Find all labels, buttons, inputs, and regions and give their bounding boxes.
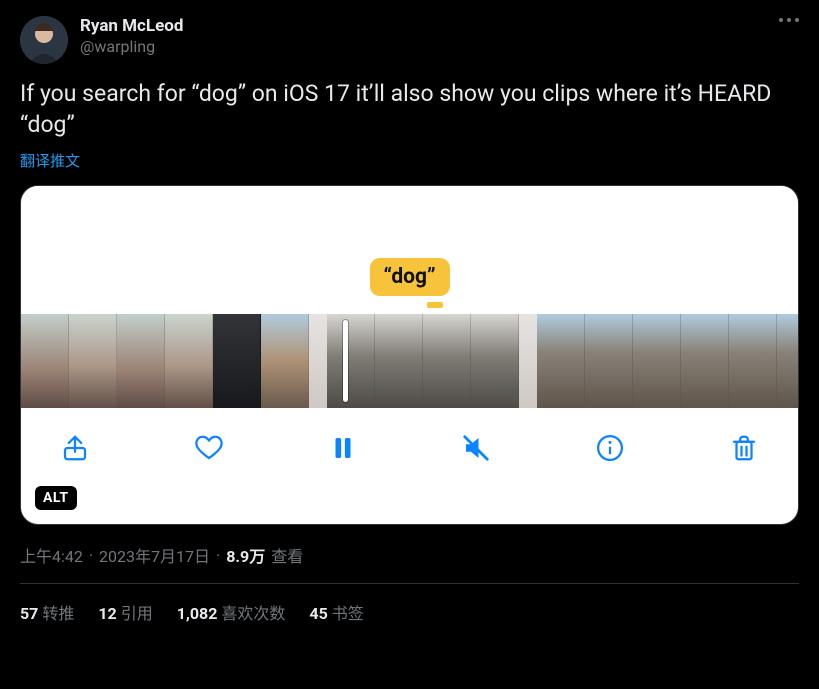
bookmarks-stat[interactable]: 45 书签: [309, 600, 363, 624]
quotes-count: 12: [98, 604, 116, 623]
thumbnail: [537, 314, 585, 408]
author-block[interactable]: Ryan McLeod @warpling: [80, 16, 183, 57]
thumbnail: [777, 314, 799, 408]
thumbnail: [423, 314, 471, 408]
display-name: Ryan McLeod: [80, 16, 183, 37]
retweets-stat[interactable]: 57转推: [20, 600, 74, 624]
mute-icon[interactable]: [456, 428, 496, 468]
thumbnail: [213, 314, 261, 408]
tweet-header: Ryan McLeod @warpling: [20, 16, 799, 64]
thumbnail: [69, 314, 117, 408]
clip-group-center: [327, 314, 519, 408]
thumbnail: [375, 314, 423, 408]
likes-count: 1,082: [177, 604, 218, 623]
thumbnail: [729, 314, 777, 408]
alt-badge[interactable]: ALT: [35, 486, 77, 510]
thumbnail: [117, 314, 165, 408]
search-term-bubble: “dog”: [369, 258, 449, 308]
likes-label: 喜欢次数: [221, 604, 285, 623]
likes-stat[interactable]: 1,082喜欢次数: [177, 600, 286, 624]
bookmarks-count: 45: [309, 604, 327, 623]
thumbnail: [681, 314, 729, 408]
thumbnail: [585, 314, 633, 408]
tweet-container: Ryan McLeod @warpling If you search for …: [0, 0, 819, 632]
tweet-text: If you search for “dog” on iOS 17 it’ll …: [20, 78, 799, 140]
heart-icon[interactable]: [189, 428, 229, 468]
clip-group-right: [537, 314, 799, 408]
clip-group-left: [21, 314, 309, 408]
thumbnail: [633, 314, 681, 408]
handle: @warpling: [80, 37, 183, 57]
thumbnail: [165, 314, 213, 408]
share-icon[interactable]: [55, 428, 95, 468]
more-icon[interactable]: [779, 16, 799, 22]
quotes-stat[interactable]: 12 引用: [98, 600, 152, 624]
video-timeline: [21, 314, 798, 408]
thumbnail: [327, 314, 375, 408]
retweets-count: 57: [20, 604, 38, 623]
tweet-time[interactable]: 上午4:42: [20, 543, 83, 567]
views-count: 8.9万: [226, 543, 265, 567]
pause-icon[interactable]: [323, 428, 363, 468]
translate-link[interactable]: 翻译推文: [20, 150, 799, 171]
playhead-icon: [343, 320, 348, 402]
quotes-label: 引用: [121, 604, 153, 623]
thumbnail: [261, 314, 309, 408]
thumbnail: [21, 314, 69, 408]
retweets-label: 转推: [42, 604, 74, 623]
bookmarks-label: 书签: [332, 604, 364, 623]
thumbnail: [471, 314, 519, 408]
avatar[interactable]: [20, 16, 68, 64]
media-image[interactable]: “dog”: [20, 185, 799, 525]
tweet-stats: 57转推 12 引用 1,082喜欢次数 45 书签: [20, 584, 799, 624]
trash-icon[interactable]: [724, 428, 764, 468]
views-label: 查看: [271, 543, 303, 567]
media-toolbar: [21, 408, 798, 488]
tweet-meta: 上午4:42 · 2023年7月17日 · 8.9万 查看: [20, 543, 799, 567]
media-top-area: “dog”: [21, 186, 798, 314]
bubble-indicator: [427, 302, 443, 308]
info-icon[interactable]: [590, 428, 630, 468]
search-term-label: “dog”: [369, 258, 449, 296]
tweet-date[interactable]: 2023年7月17日: [99, 543, 210, 567]
